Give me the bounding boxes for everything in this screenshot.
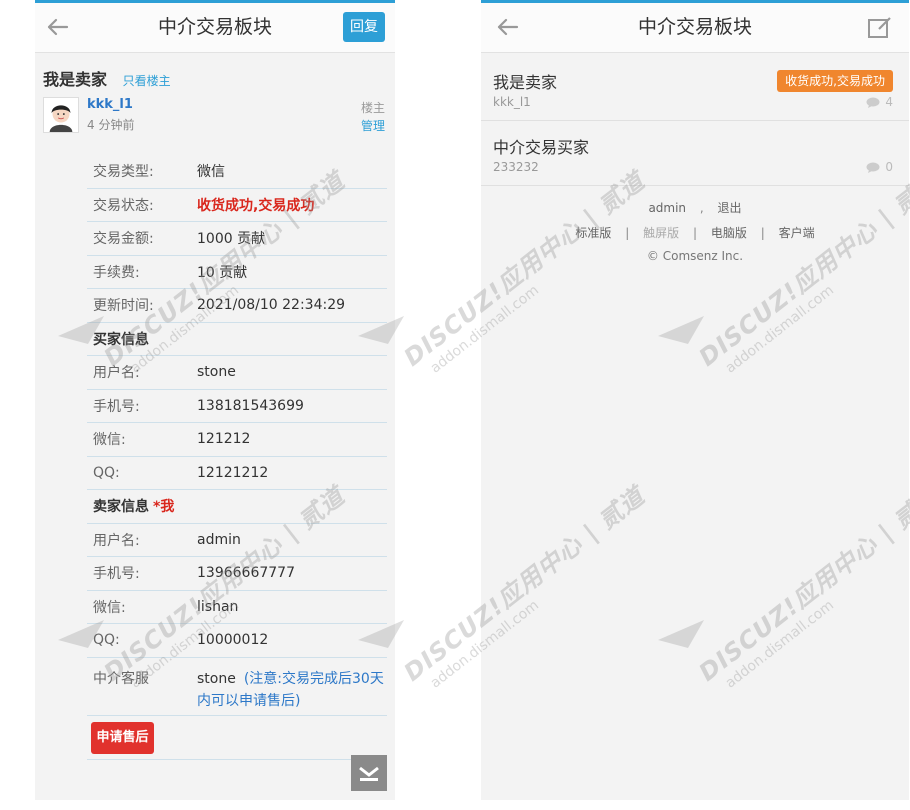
standard-version-link[interactable]: 标准版 (575, 226, 611, 240)
comment-icon (866, 162, 880, 173)
thread-title: 我是卖家 (43, 70, 108, 89)
edit-icon[interactable] (867, 15, 893, 39)
thread-title: 中介交易买家 (493, 138, 590, 157)
buyer-row-phone: 手机号: 138181543699 (87, 390, 387, 423)
comment-count: 4 (866, 95, 893, 109)
buyer-row-qq: QQ: 12121212 (87, 457, 387, 490)
trade-label: 微信: (93, 599, 126, 616)
trade-row-status: 交易状态: 收货成功,交易成功 (87, 189, 387, 222)
thread-author: kkk_l1 (493, 95, 531, 109)
trade-row-updated: 更新时间: 2021/08/10 22:34:29 (87, 289, 387, 323)
trade-label: 更新时间: (93, 298, 154, 315)
header-bar: 中介交易板块 (481, 3, 909, 53)
trade-value: 1000 贡献 (197, 231, 266, 248)
thread-title: 我是卖家 (493, 73, 558, 92)
trade-info-table: 交易类型: 微信 交易状态: 收货成功,交易成功 交易金额: 1000 贡献 手… (87, 155, 387, 716)
list-item[interactable]: 中介交易买家 233232 0 (481, 122, 909, 186)
trade-label: 交易类型: (93, 164, 154, 181)
apply-after-sale-button[interactable]: 申请售后 (91, 722, 154, 754)
footer-username[interactable]: admin (648, 201, 686, 215)
trade-value: 121212 (197, 431, 251, 448)
section-title: 卖家信息 (93, 499, 149, 516)
trade-row-amount: 交易金额: 1000 贡献 (87, 222, 387, 256)
trade-label: QQ: (93, 464, 120, 481)
post-time: 4 分钟前 (87, 118, 135, 132)
client-link[interactable]: 客户端 (779, 226, 815, 240)
thread-title-row: 我是卖家 只看楼主 (43, 66, 171, 90)
op-label: 楼主 (360, 101, 385, 115)
trade-label: 手续费: (93, 264, 140, 281)
thread-view-screen: 中介交易板块 回复 我是卖家 只看楼主 kkk_l1 4 分钟前 楼主 管理 交… (35, 0, 395, 800)
seller-row-phone: 手机号: 13966667777 (87, 557, 387, 591)
footer-separator: | (760, 226, 765, 240)
comment-count-value: 4 (885, 95, 893, 109)
author-name[interactable]: kkk_l1 (87, 97, 133, 112)
trade-value: 微信 (197, 164, 225, 181)
only-op-link[interactable]: 只看楼主 (123, 74, 171, 88)
trade-label: 手机号: (93, 398, 140, 415)
footer-version-links: 标准版 | 触屏版 | 电脑版 | 客户端 (481, 224, 909, 241)
agent-row: 中介客服 stone (注意:交易完成后30天内可以申请售后) (87, 658, 387, 716)
reply-button[interactable]: 回复 (343, 12, 385, 42)
touch-version-link[interactable]: 触屏版 (643, 226, 679, 240)
thread-author: 233232 (493, 160, 539, 174)
trade-value: 10 贡献 (197, 264, 248, 281)
footer-user-line: admin , 退出 (481, 199, 909, 216)
buyer-section-header: 买家信息 (87, 323, 387, 356)
trade-row-type: 交易类型: 微信 (87, 155, 387, 189)
trade-label: 交易金额: (93, 231, 154, 248)
comment-count-value: 0 (885, 160, 893, 174)
footer-comma: , (699, 201, 704, 215)
chevron-down-icon[interactable] (351, 755, 387, 791)
agent-value: stone (注意:交易完成后30天内可以申请售后) (197, 668, 387, 712)
footer: admin , 退出 标准版 | 触屏版 | 电脑版 | 客户端 © Comse… (481, 199, 909, 271)
trade-label: 交易状态: (93, 197, 154, 214)
seller-row-username: 用户名: admin (87, 524, 387, 557)
trade-label: 微信: (93, 432, 126, 449)
manage-link[interactable]: 管理 (361, 117, 385, 134)
seller-row-wechat: 微信: lishan (87, 591, 387, 624)
divider (87, 759, 387, 760)
trade-label: 中介客服 (93, 670, 149, 687)
copyright: © Comsenz Inc. (646, 249, 744, 263)
section-title: 买家信息 (93, 331, 149, 348)
footer-separator: | (625, 226, 630, 240)
trade-label: QQ: (93, 632, 120, 649)
comment-icon (866, 97, 880, 108)
list-item[interactable]: 我是卖家 kkk_l1 收货成功,交易成功 4 (481, 57, 909, 121)
trade-value: 13966667777 (197, 565, 295, 582)
desktop-version-link[interactable]: 电脑版 (711, 226, 747, 240)
status-badge: 收货成功,交易成功 (777, 70, 893, 92)
trade-status-value: 收货成功,交易成功 (197, 197, 315, 214)
trade-value: 12121212 (197, 464, 269, 481)
trade-value: stone (197, 364, 236, 381)
trade-label: 用户名: (93, 532, 140, 549)
avatar[interactable] (43, 97, 79, 133)
trade-value: admin (197, 531, 241, 548)
agent-name: stone (197, 670, 236, 687)
trade-row-fee: 手续费: 10 贡献 (87, 256, 387, 289)
buyer-row-wechat: 微信: 121212 (87, 423, 387, 457)
page-title: 中介交易板块 (637, 16, 752, 38)
trade-label: 手机号: (93, 566, 140, 583)
seller-self-mark: *我 (153, 499, 175, 516)
page-title: 中介交易板块 (157, 16, 272, 38)
trade-value: 10000012 (197, 632, 269, 649)
footer-separator: | (692, 226, 698, 240)
logout-link[interactable]: 退出 (718, 201, 742, 215)
buyer-row-username: 用户名: stone (87, 356, 387, 390)
seller-section-header: 卖家信息 *我 (87, 490, 387, 524)
trade-value: lishan (197, 598, 239, 615)
header-bar: 中介交易板块 回复 (35, 3, 395, 53)
thread-list-screen: 中介交易板块 我是卖家 kkk_l1 收货成功,交易成功 4 中介交易买家 23… (481, 0, 909, 800)
comment-count: 0 (866, 160, 893, 174)
trade-label: 用户名: (93, 365, 140, 382)
trade-value: 2021/08/10 22:34:29 (197, 297, 346, 314)
trade-value: 138181543699 (197, 397, 304, 414)
seller-row-qq: QQ: 10000012 (87, 624, 387, 658)
